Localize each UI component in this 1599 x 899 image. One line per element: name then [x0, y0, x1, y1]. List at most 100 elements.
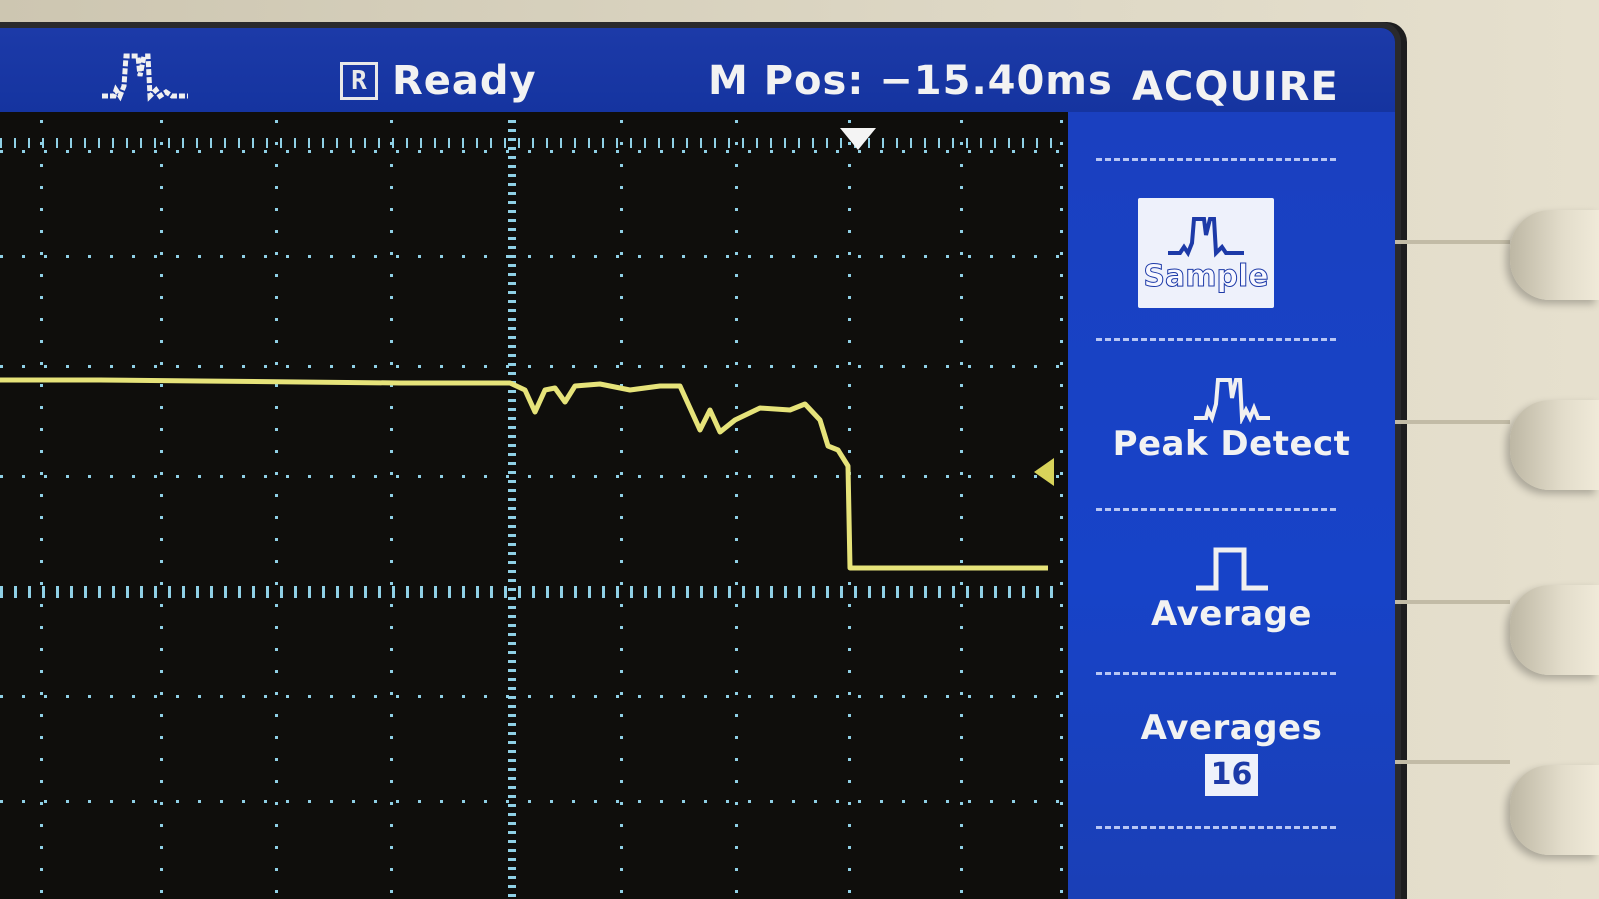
graticule-dot — [275, 142, 278, 145]
graticule-dot — [40, 384, 43, 387]
graticule-dot — [620, 780, 623, 783]
graticule-dot — [902, 150, 905, 153]
graticule-dot — [176, 800, 179, 803]
graticule-dot — [798, 138, 800, 148]
graticule-dot — [1050, 586, 1053, 598]
graticule-dot — [1060, 868, 1063, 871]
graticule-dot — [508, 264, 516, 267]
graticule-dot — [1060, 230, 1063, 233]
graticule-dot — [550, 695, 553, 698]
graticule-dot — [275, 648, 278, 651]
graticule-dot — [748, 255, 751, 258]
menu-item-peak-detect[interactable]: Peak Detect — [1068, 374, 1395, 464]
graticule-dot — [352, 475, 355, 478]
graticule-dot — [672, 138, 674, 148]
graticule-dot — [1008, 586, 1011, 598]
graticule-dot — [160, 802, 163, 805]
graticule-dot — [126, 586, 129, 598]
graticule-dot — [40, 252, 43, 255]
graticule-dot — [330, 365, 333, 368]
graticule-dot — [620, 362, 623, 365]
graticule-dot — [1036, 138, 1038, 148]
graticule-dot — [28, 138, 30, 148]
graticule-dot — [182, 138, 184, 148]
graticule-dot — [40, 560, 43, 563]
graticule-dot — [994, 586, 997, 598]
graticule-dot — [594, 475, 597, 478]
graticule-dot — [508, 579, 516, 582]
graticule-dot — [0, 800, 3, 803]
graticule-dot — [508, 876, 516, 879]
graticule-dot — [462, 150, 465, 153]
graticule-dot — [638, 695, 641, 698]
graticule-dot — [508, 840, 516, 843]
graticule-dot — [154, 475, 157, 478]
menu-item-sample[interactable]: Sample — [1138, 198, 1274, 308]
graticule-dot — [508, 750, 516, 753]
graticule-dot — [735, 186, 738, 189]
graticule-dot — [390, 208, 393, 211]
graticule-dot — [286, 695, 289, 698]
graticule-dot — [1060, 142, 1063, 145]
graticule-dot — [848, 252, 851, 255]
graticule-dot — [40, 648, 43, 651]
graticule-dot — [132, 475, 135, 478]
graticule-dot — [938, 138, 940, 148]
graticule-dot — [390, 340, 393, 343]
graticule-dot — [620, 120, 623, 123]
graticule-dot — [620, 670, 623, 673]
graticule-dot — [848, 648, 851, 651]
bezel-button-3[interactable] — [1510, 585, 1599, 675]
graticule-dot — [960, 780, 963, 783]
graticule-dot — [224, 138, 226, 148]
graticule-dot — [160, 318, 163, 321]
bezel-button-4[interactable] — [1510, 765, 1599, 855]
graticule-dot — [990, 695, 993, 698]
graticule-dot — [508, 885, 516, 888]
graticule-dot — [378, 586, 381, 598]
graticule-dot — [620, 494, 623, 497]
graticule-dot — [396, 150, 399, 153]
bezel-button-1[interactable] — [1510, 210, 1599, 300]
graticule-dot — [620, 758, 623, 761]
graticule-dot — [735, 142, 738, 145]
graticule-dot — [275, 340, 278, 343]
graticule-dot — [160, 868, 163, 871]
graticule-dot — [550, 255, 553, 258]
graticule-dot — [588, 586, 591, 598]
menu-divider — [1096, 672, 1336, 675]
graticule-dot — [960, 318, 963, 321]
graticule-dot — [508, 804, 516, 807]
waveform-display — [0, 120, 1063, 897]
graticule-dot — [506, 695, 509, 698]
graticule-dot — [390, 648, 393, 651]
graticule-dot — [704, 365, 707, 368]
graticule-dot — [508, 345, 516, 348]
graticule-dot — [508, 372, 516, 375]
menu-divider — [1096, 508, 1336, 511]
graticule-dot — [902, 365, 905, 368]
main-position-readout: M Pos: −15.40ms — [708, 58, 1113, 104]
graticule-dot — [770, 695, 773, 698]
menu-divider — [1096, 826, 1336, 829]
graticule-dot — [1012, 365, 1015, 368]
menu-item-averages[interactable]: Averages 16 — [1068, 708, 1395, 796]
menu-item-average[interactable]: Average — [1068, 544, 1395, 634]
graticule-dot — [40, 230, 43, 233]
graticule-dot — [620, 846, 623, 849]
graticule-dot — [418, 150, 421, 153]
graticule-dot — [390, 230, 393, 233]
graticule-dot — [44, 365, 47, 368]
graticule-dot — [40, 120, 43, 123]
graticule-dot — [880, 800, 883, 803]
graticule-dot — [508, 894, 516, 897]
graticule-dot — [528, 255, 531, 258]
graticule-dot — [440, 475, 443, 478]
graticule-dot — [848, 626, 851, 629]
graticule-dot — [275, 252, 278, 255]
graticule-dot — [508, 219, 516, 222]
graticule-dot — [735, 406, 738, 409]
graticule-dot — [154, 695, 157, 698]
bezel-button-2[interactable] — [1510, 400, 1599, 490]
graticule-dot — [748, 475, 751, 478]
